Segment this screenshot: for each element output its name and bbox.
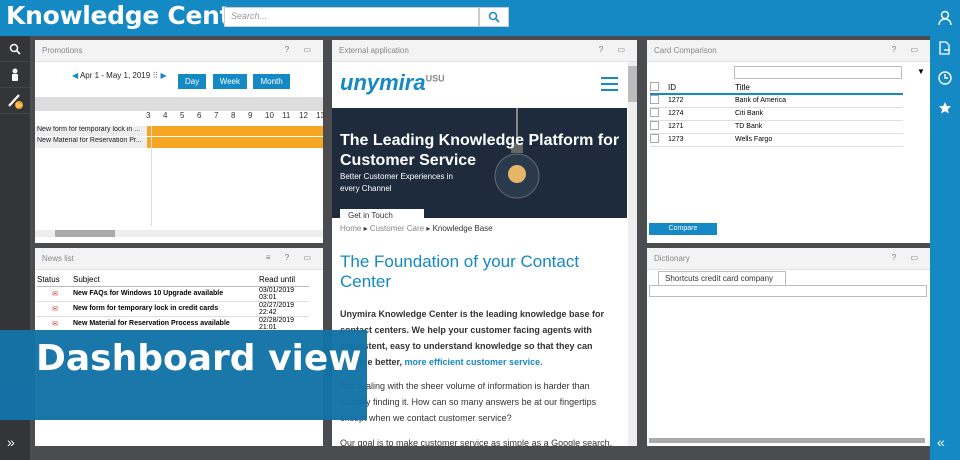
panel-controls[interactable]: ? ▭ (892, 45, 924, 54)
date-nav: ◀ Apr 1 - May 1, 2019 ⠿ ▶ (72, 71, 167, 80)
dictionary-title: Dictionary (654, 254, 690, 263)
get-in-touch-button[interactable]: Get in Touch (340, 209, 424, 218)
view-switcher: Day Week Month (176, 71, 290, 89)
next-icon[interactable]: ▶ (161, 71, 167, 80)
col-subject[interactable]: Subject (73, 274, 259, 286)
row-checkbox[interactable] (650, 134, 659, 143)
mail-icon: ✉ (52, 305, 58, 313)
row-checkbox[interactable] (650, 108, 659, 117)
breadcrumb-customer-care[interactable]: Customer Care (370, 224, 424, 233)
promotions-title: Promotions (42, 46, 83, 55)
mail-icon: ✉ (52, 290, 58, 298)
row-checkbox[interactable] (650, 121, 659, 130)
user-nav-button[interactable] (0, 62, 30, 88)
dictionary-search-field[interactable] (649, 285, 927, 297)
dashboard-view-banner: Dashboard view (0, 330, 367, 420)
history-button[interactable] (930, 63, 960, 93)
svg-text:9+: 9+ (16, 103, 22, 109)
day-button[interactable]: Day (178, 74, 207, 89)
external-title: External application (339, 46, 409, 55)
breadcrumb-current: Knowledge Base (432, 224, 493, 233)
panel-controls[interactable]: ≡ ? ▭ (266, 253, 317, 262)
news-title: News list (42, 254, 75, 263)
edit-nav-button[interactable]: 9+ (0, 88, 30, 114)
promotions-panel: Promotions? ▭ ◀ Apr 1 - May 1, 2019 ⠿ ▶ … (35, 40, 325, 243)
breadcrumb-home[interactable]: Home (340, 224, 361, 233)
service-link[interactable]: more efficient customer service. (405, 357, 543, 367)
dictionary-panel: Dictionary ? ▭ Shortcuts credit card comp… (647, 248, 930, 446)
filter-icon[interactable]: ▼ (917, 67, 925, 76)
star-icon (939, 102, 951, 114)
col-read-until[interactable]: Read until (259, 274, 309, 286)
hero-subtitle: Better Customer Experiences in every Cha… (340, 172, 453, 193)
search-button[interactable] (479, 7, 509, 27)
h-scrollbar[interactable] (649, 438, 925, 443)
export-button[interactable] (930, 33, 960, 63)
week-button[interactable]: Week (212, 74, 247, 89)
page-heading: The Foundation of your Contact Center (340, 252, 580, 291)
user-icon (938, 10, 952, 26)
search-icon (9, 43, 21, 55)
v-scrollbar[interactable] (628, 62, 637, 446)
promotion-row[interactable]: New form for temporary lock in ... (35, 126, 323, 137)
panel-controls[interactable]: ? ▭ (599, 45, 631, 54)
col-title[interactable]: Title (735, 82, 903, 94)
document-export-icon (939, 41, 950, 55)
row-checkbox[interactable] (650, 95, 659, 105)
h-scrollbar[interactable] (35, 230, 323, 237)
promotion-rows: New form for temporary lock in ... New M… (35, 126, 323, 148)
favorites-button[interactable] (930, 93, 960, 123)
promotion-row[interactable]: New Material for Reservation Pr... (35, 137, 323, 148)
table-row[interactable]: 1274 Citi Bank (650, 107, 903, 120)
goal-paragraph: Our goal is to make customer service as … (340, 438, 613, 446)
col-id[interactable]: ID (668, 82, 735, 94)
table-row[interactable]: ✉ New form for temporary lock in credit c… (37, 301, 309, 316)
table-row[interactable]: ✉ New FAQs for Windows 10 Upgrade availab… (37, 286, 309, 301)
search-input[interactable]: Search... (224, 7, 479, 27)
table-row[interactable]: ✉ New Material for Reservation Process av… (37, 316, 309, 331)
promotion-bar (147, 126, 323, 136)
search-icon (488, 11, 500, 23)
compare-button[interactable]: Compare (649, 223, 717, 235)
select-all-checkbox[interactable] (650, 82, 659, 91)
col-status[interactable]: Status (37, 274, 73, 286)
body-paragraph: But dealing with the sheer volume of inf… (340, 381, 597, 423)
table-row[interactable]: 1273 Wells Fargo (650, 133, 903, 146)
breadcrumb: Home ▸ Customer Care ▸ Knowledge Base (340, 224, 493, 233)
table-row[interactable]: 1272 Bank of America (650, 94, 903, 107)
external-app-panel: External application ? ▭ unymiraUSU The L… (332, 40, 637, 446)
clock-icon (938, 71, 952, 85)
menu-icon[interactable] (601, 77, 618, 91)
table-row[interactable]: 1271 TD Bank (650, 120, 903, 133)
card-title: Card Comparison (654, 46, 717, 55)
pen-badge-icon: 9+ (8, 93, 23, 109)
brand-logo[interactable]: unymiraUSU (340, 70, 445, 96)
top-bar: Knowledge Center Search... (0, 0, 960, 36)
grid-icon[interactable]: ⠿ (152, 71, 158, 80)
account-button[interactable] (930, 3, 960, 33)
prev-icon[interactable]: ◀ (72, 71, 78, 80)
panel-controls[interactable]: ? ▭ (285, 45, 317, 54)
expand-left-button[interactable]: » (7, 434, 15, 450)
right-sidebar: « (930, 0, 960, 460)
person-icon (12, 68, 18, 81)
intro-paragraph: Unymira Knowledge Center is the leading … (340, 309, 605, 367)
tab-shortcuts[interactable]: Shortcuts credit card company (658, 271, 786, 285)
filter-input[interactable] (734, 66, 902, 79)
hero-title: The Leading Knowledge Platform for Custo… (340, 132, 620, 169)
hero-banner: The Leading Knowledge Platform for Custo… (332, 108, 627, 218)
promotion-bar (147, 137, 323, 148)
date-range: Apr 1 - May 1, 2019 (79, 71, 151, 80)
month-button[interactable]: Month (253, 74, 290, 89)
card-comparison-panel: Card Comparison ? ▭ ▼ ID Title 1272 Bank o… (647, 40, 930, 243)
card-table: ID Title 1272 Bank of America 1274 Citi Ba… (650, 82, 903, 147)
search-nav-button[interactable] (0, 36, 30, 62)
news-table: Status Subject Read until ✉ New FAQs for … (37, 274, 309, 331)
panel-controls[interactable]: ? ▭ (892, 253, 924, 262)
mail-icon: ✉ (52, 320, 58, 328)
collapse-right-button[interactable]: « (937, 434, 945, 450)
day-axis: 3 4 5 6 7 8 9 10 11 12 13 (146, 111, 325, 120)
app-title: Knowledge Center (6, 1, 260, 30)
